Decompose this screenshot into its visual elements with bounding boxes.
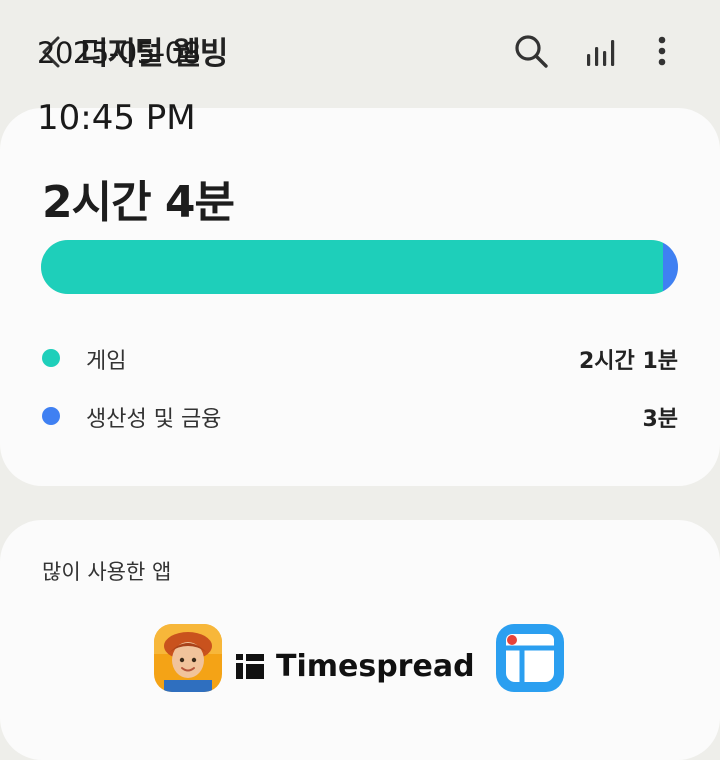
- total-screen-time: 2시간 4분: [42, 177, 235, 228]
- category-label: 생산성 및 금융: [86, 407, 222, 432]
- usage-breakdown-bar: [41, 240, 678, 294]
- category-row-games[interactable]: 게임 2시간 1분: [0, 338, 720, 378]
- search-icon[interactable]: [512, 32, 550, 70]
- game-character-app-icon[interactable]: [154, 624, 222, 692]
- most-used-apps-card: 많이 사용한 앱 Timespread: [0, 520, 720, 760]
- usage-segment-productivity: [662, 240, 678, 294]
- usage-segment-games: [41, 240, 663, 294]
- usage-summary-card[interactable]: 2시간 4분 게임 2시간 1분 생산성 및 금융 3분: [0, 108, 720, 486]
- category-color-dot: [42, 349, 60, 367]
- category-label: 게임: [86, 349, 127, 374]
- category-time: 3분: [642, 407, 678, 432]
- section-title: 많이 사용한 앱: [42, 560, 172, 584]
- watermark-text: Timespread: [276, 648, 475, 684]
- category-time: 2시간 1분: [579, 349, 678, 374]
- status-date: 2025-05-08: [37, 36, 201, 70]
- category-row-productivity[interactable]: 생산성 및 금융 3분: [0, 396, 720, 436]
- status-time: 10:45 PM: [37, 98, 196, 138]
- timespread-logo-icon: [236, 654, 264, 679]
- bar-chart-icon[interactable]: [583, 34, 619, 70]
- category-color-dot: [42, 407, 60, 425]
- calendar-app-icon[interactable]: [496, 624, 564, 692]
- more-vertical-icon[interactable]: [650, 34, 674, 70]
- timespread-watermark: Timespread: [236, 646, 475, 686]
